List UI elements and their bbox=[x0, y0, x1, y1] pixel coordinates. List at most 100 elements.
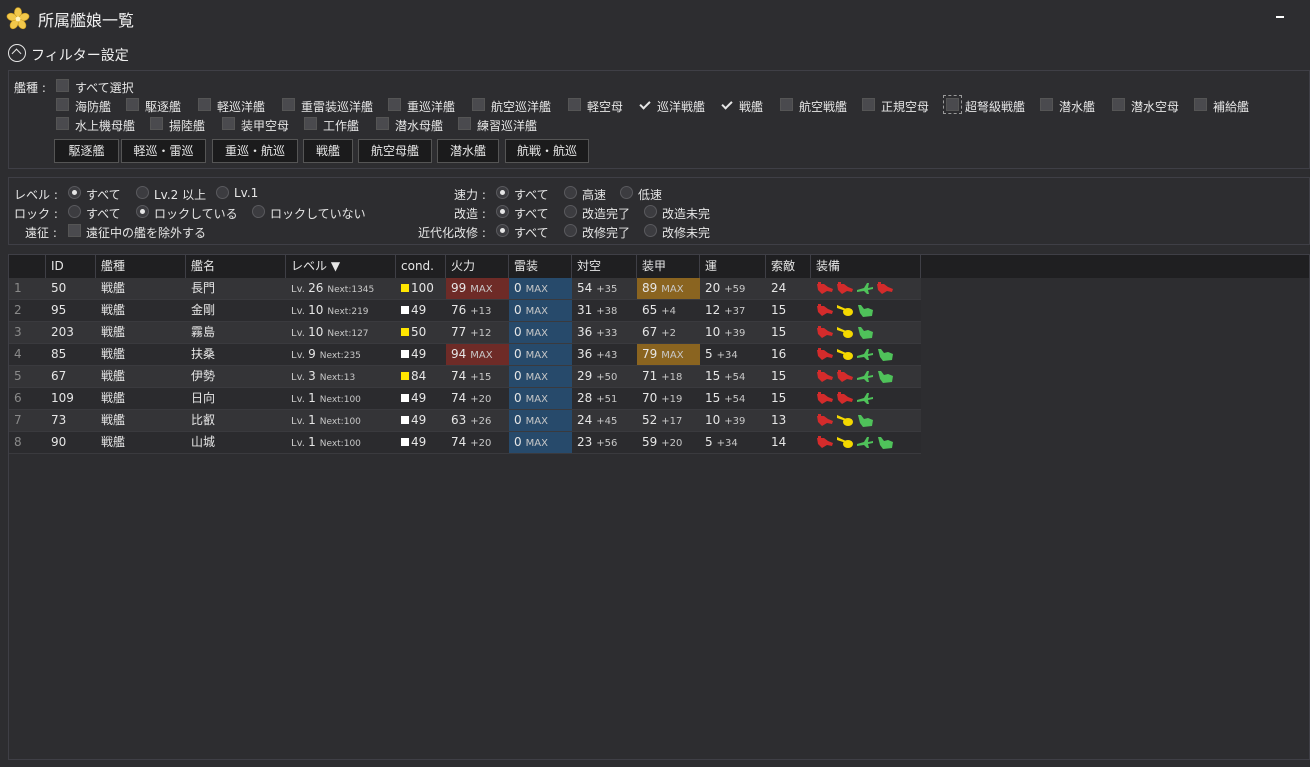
preset-button[interactable]: 潜水艦 bbox=[437, 139, 499, 163]
anti-air-value: 28 bbox=[577, 391, 593, 405]
table-row[interactable]: 7 73 戦艦 比叡 Lv. 1 Next:100 49 63 +26 0 MAX 24 +45 52 +1… bbox=[9, 410, 921, 432]
firepower: 77 +12 bbox=[446, 322, 509, 343]
table-row[interactable]: 3 203 戦艦 霧島 Lv. 10 Next:127 50 77 +12 0 MAX 36 +33 67… bbox=[9, 322, 921, 344]
ship-type-checkbox[interactable] bbox=[56, 117, 69, 130]
ship-type-checkbox[interactable] bbox=[126, 98, 139, 111]
remodel-radio[interactable] bbox=[564, 205, 577, 218]
speed-radio[interactable] bbox=[564, 186, 577, 199]
column-header[interactable]: 艦名 bbox=[186, 255, 286, 278]
ship-type-checkbox[interactable] bbox=[56, 98, 69, 111]
remodel-radio[interactable] bbox=[644, 205, 657, 218]
level-radio[interactable] bbox=[216, 186, 229, 199]
cond-indicator bbox=[401, 372, 409, 380]
ship-type-checkbox[interactable] bbox=[1040, 98, 1053, 111]
torpedo: 0 MAX bbox=[509, 388, 572, 409]
ship-type-checkbox[interactable] bbox=[1194, 98, 1207, 111]
level-radio[interactable] bbox=[68, 186, 81, 199]
column-header[interactable]: レベル ▼ bbox=[286, 255, 396, 278]
ship-type-checkbox[interactable] bbox=[458, 117, 471, 130]
preset-button[interactable]: 重巡・航巡 bbox=[212, 139, 298, 163]
preset-button[interactable]: 航空母艦 bbox=[358, 139, 432, 163]
speed-radio[interactable] bbox=[496, 186, 509, 199]
ship-type-checkbox[interactable] bbox=[638, 98, 651, 111]
secondary-gun-icon bbox=[836, 435, 854, 450]
preset-button[interactable]: 戦艦 bbox=[303, 139, 353, 163]
ship-cond: 50 bbox=[396, 322, 446, 343]
table-row[interactable]: 4 85 戦艦 扶桑 Lv. 9 Next:235 49 94 MAX 0 MAX 36 +43 79 MA… bbox=[9, 344, 921, 366]
modernize-radio[interactable] bbox=[644, 224, 657, 237]
ship-type-checkbox[interactable] bbox=[198, 98, 211, 111]
minimize-button[interactable] bbox=[1270, 10, 1290, 26]
exclude-expedition-checkbox[interactable] bbox=[68, 224, 81, 237]
column-header[interactable]: 装備 bbox=[811, 255, 921, 278]
ship-type-checkbox[interactable] bbox=[388, 98, 401, 111]
ship-type-checkbox[interactable] bbox=[282, 98, 295, 111]
max-badge: MAX bbox=[525, 284, 548, 295]
column-header[interactable]: 火力 bbox=[446, 255, 509, 278]
armor-value: 89 bbox=[642, 281, 658, 295]
table-row[interactable]: 1 50 戦艦 長門 Lv. 26 Next:1345 100 99 MAX 0 MAX 54 +35 8… bbox=[9, 278, 921, 300]
lock-radio[interactable] bbox=[136, 205, 149, 218]
column-header[interactable]: ID bbox=[46, 255, 96, 278]
column-header[interactable]: 運 bbox=[700, 255, 766, 278]
ship-type-checkbox[interactable] bbox=[862, 98, 875, 111]
table-row[interactable]: 5 67 戦艦 伊勢 Lv. 3 Next:13 84 74 +15 0 MAX 29 +50 71 +18… bbox=[9, 366, 921, 388]
armor-bonus: +20 bbox=[661, 438, 683, 449]
torpedo-value: 0 bbox=[514, 369, 522, 383]
anti-air-bonus: +33 bbox=[596, 328, 618, 339]
torpedo: 0 MAX bbox=[509, 322, 572, 343]
speed-radio[interactable] bbox=[620, 186, 633, 199]
main-gun-icon bbox=[836, 369, 854, 384]
cond-value: 50 bbox=[411, 325, 427, 339]
filter-toggle-label: フィルター設定 bbox=[31, 48, 129, 64]
anti-air: 54 +35 bbox=[572, 278, 637, 299]
column-header[interactable]: 艦種 bbox=[96, 255, 186, 278]
firepower-value: 77 bbox=[451, 325, 467, 339]
select-all-checkbox[interactable] bbox=[56, 79, 69, 92]
ship-name: 長門 bbox=[191, 281, 216, 295]
preset-button[interactable]: 航戦・航巡 bbox=[505, 139, 589, 163]
next-prefix: Next: bbox=[327, 329, 352, 339]
lock-radio[interactable] bbox=[68, 205, 81, 218]
ship-type-checkbox[interactable] bbox=[222, 117, 235, 130]
ship-type-checkbox[interactable] bbox=[1112, 98, 1125, 111]
preset-button[interactable]: 軽巡・雷巡 bbox=[121, 139, 206, 163]
armor: 70 +19 bbox=[637, 388, 700, 409]
column-header[interactable]: 装甲 bbox=[637, 255, 700, 278]
modernize-radio[interactable] bbox=[564, 224, 577, 237]
column-header[interactable]: 対空 bbox=[572, 255, 637, 278]
ship-type-checkbox[interactable] bbox=[472, 98, 485, 111]
table-row[interactable]: 6 109 戦艦 日向 Lv. 1 Next:100 49 74 +20 0 MAX 28 +51 70 +… bbox=[9, 388, 921, 410]
next-exp: 13 bbox=[343, 373, 356, 383]
column-header[interactable]: cond. bbox=[396, 255, 446, 278]
table-row[interactable]: 2 95 戦艦 金剛 Lv. 10 Next:219 49 76 +13 0 MAX 31 +38 65 +… bbox=[9, 300, 921, 322]
row-number: 1 bbox=[14, 281, 22, 295]
ship-name: 金剛 bbox=[191, 303, 216, 317]
chevron-up-icon bbox=[8, 44, 26, 62]
remodel-radio[interactable] bbox=[496, 205, 509, 218]
firepower: 76 +13 bbox=[446, 300, 509, 321]
lock-radio[interactable] bbox=[252, 205, 265, 218]
level-value: 10 bbox=[308, 303, 324, 317]
ship-type-checkbox[interactable] bbox=[720, 98, 733, 111]
ship-type-checkbox[interactable] bbox=[150, 117, 163, 130]
ship-type-checkbox[interactable] bbox=[943, 95, 962, 114]
speed-option-label: 低速 bbox=[638, 188, 663, 202]
ship-type-checkbox[interactable] bbox=[568, 98, 581, 111]
secondary-gun-icon bbox=[836, 347, 854, 362]
ship-type: 戦艦 bbox=[101, 303, 126, 317]
column-header[interactable]: 雷装 bbox=[509, 255, 572, 278]
main-gun-icon bbox=[816, 369, 834, 384]
column-header[interactable]: 索敵 bbox=[766, 255, 811, 278]
preset-button[interactable]: 駆逐艦 bbox=[54, 139, 119, 163]
armor-bonus: +4 bbox=[661, 306, 677, 317]
next-exp: 235 bbox=[343, 351, 361, 361]
modernize-radio[interactable] bbox=[496, 224, 509, 237]
ship-type-checkbox[interactable] bbox=[304, 117, 317, 130]
cond-indicator bbox=[401, 416, 409, 424]
ship-type-checkbox[interactable] bbox=[376, 117, 389, 130]
firepower-value: 76 bbox=[451, 303, 467, 317]
level-radio[interactable] bbox=[136, 186, 149, 199]
table-row[interactable]: 8 90 戦艦 山城 Lv. 1 Next:100 49 74 +20 0 MAX 23 +56 59 +2… bbox=[9, 432, 921, 454]
ship-type-checkbox[interactable] bbox=[780, 98, 793, 111]
